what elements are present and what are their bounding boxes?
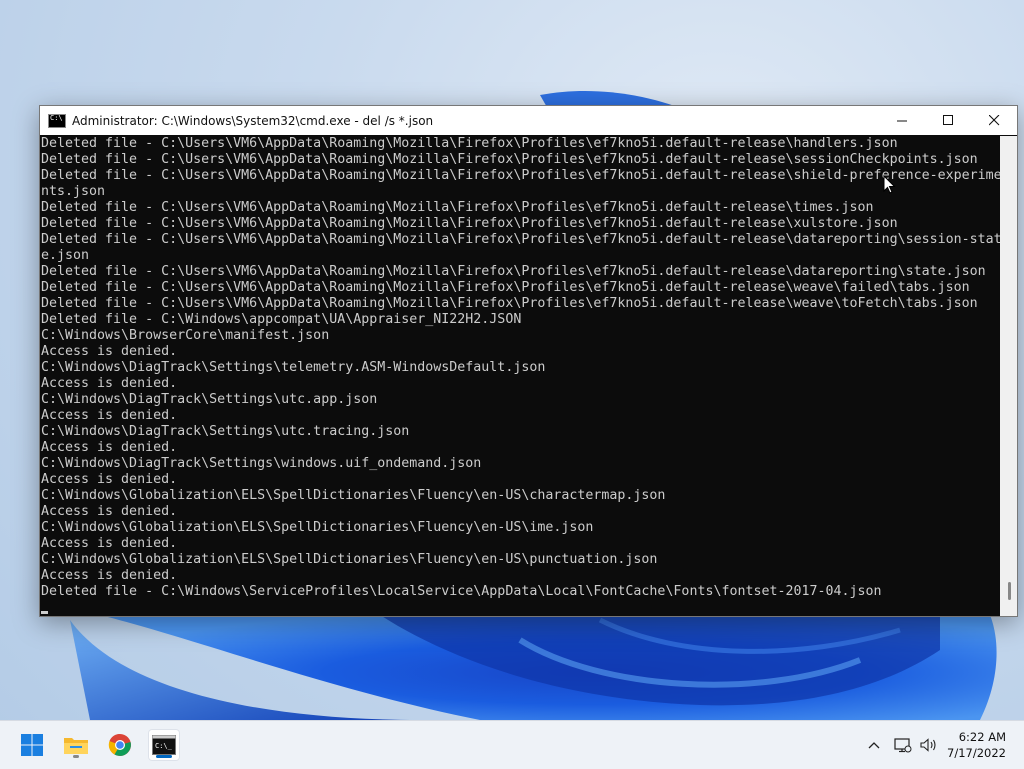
command-prompt-taskbar-button[interactable]: C:\_	[148, 729, 180, 761]
mouse-pointer-icon	[883, 175, 896, 194]
command-prompt-icon: C:\_	[152, 735, 176, 755]
network-icon[interactable]	[894, 737, 912, 753]
console-line: C:\Windows\Globalization\ELS\SpellDictio…	[41, 552, 658, 567]
console-line: C:\Windows\Globalization\ELS\SpellDictio…	[41, 520, 594, 535]
console-line: Access is denied.	[41, 408, 178, 423]
console-line: Deleted file - C:\Users\VM6\AppData\Roam…	[41, 168, 1000, 183]
taskbar-clock[interactable]: 6:22 AM 7/17/2022	[947, 729, 1006, 761]
cmd-window[interactable]: Administrator: C:\Windows\System32\cmd.e…	[39, 105, 1018, 617]
close-button[interactable]	[971, 106, 1017, 135]
console-line: e.json	[41, 248, 90, 263]
console-line: C:\Windows\Globalization\ELS\SpellDictio…	[41, 488, 666, 503]
start-button[interactable]	[16, 729, 48, 761]
scrollbar-thumb[interactable]	[1008, 582, 1011, 600]
console-line: Access is denied.	[41, 536, 178, 551]
console-line: Access is denied.	[41, 440, 178, 455]
console-line: Deleted file - C:\Windows\ServiceProfile…	[41, 584, 882, 599]
windows-start-icon	[21, 734, 43, 756]
clock-time: 6:22 AM	[958, 730, 1006, 744]
maximize-icon	[942, 115, 953, 125]
maximize-button[interactable]	[925, 106, 971, 135]
text-cursor	[41, 611, 48, 614]
console-line: C:\Windows\DiagTrack\Settings\utc.tracin…	[41, 424, 410, 439]
file-explorer-icon	[64, 738, 88, 754]
window-titlebar[interactable]: Administrator: C:\Windows\System32\cmd.e…	[40, 106, 1017, 135]
chrome-icon	[108, 733, 131, 756]
console-line: Deleted file - C:\Users\VM6\AppData\Roam…	[41, 152, 978, 167]
taskbar: C:\_ 6:22 AM 7/17/2022	[0, 720, 1024, 769]
minimize-button[interactable]	[879, 106, 925, 135]
console-line: Deleted file - C:\Windows\appcompat\UA\A…	[41, 312, 522, 327]
minimize-icon	[896, 120, 907, 122]
console-line: Deleted file - C:\Users\VM6\AppData\Roam…	[41, 280, 970, 295]
chevron-up-icon[interactable]	[866, 737, 882, 753]
chrome-button[interactable]	[104, 729, 136, 761]
console-line: Deleted file - C:\Users\VM6\AppData\Roam…	[41, 264, 986, 279]
console-line: Access is denied.	[41, 568, 178, 583]
console-line: nts.json	[41, 184, 106, 199]
console-line: Access is denied.	[41, 504, 178, 519]
console-line: C:\Windows\DiagTrack\Settings\telemetry.…	[41, 360, 546, 375]
console-output[interactable]: Deleted file - C:\Users\VM6\AppData\Roam…	[40, 136, 1000, 616]
console-line: Access is denied.	[41, 344, 178, 359]
close-icon	[988, 115, 999, 126]
console-line: C:\Windows\BrowserCore\manifest.json	[41, 328, 330, 343]
console-line: Deleted file - C:\Users\VM6\AppData\Roam…	[41, 136, 898, 151]
console-line: Access is denied.	[41, 376, 178, 391]
system-tray	[866, 721, 938, 769]
volume-icon[interactable]	[920, 737, 938, 753]
console-line: Access is denied.	[41, 472, 178, 487]
console-line: C:\Windows\DiagTrack\Settings\windows.ui…	[41, 456, 482, 471]
window-title: Administrator: C:\Windows\System32\cmd.e…	[72, 113, 434, 128]
file-explorer-button[interactable]	[60, 729, 92, 761]
console-line: Deleted file - C:\Users\VM6\AppData\Roam…	[41, 296, 978, 311]
window-controls	[879, 106, 1017, 135]
active-indicator	[156, 755, 172, 758]
console-line: Deleted file - C:\Users\VM6\AppData\Roam…	[41, 216, 898, 231]
cmd-app-icon[interactable]	[48, 113, 66, 128]
svg-text:C:\_: C:\_	[155, 742, 173, 750]
vertical-scrollbar[interactable]	[1000, 136, 1017, 616]
console-line: Deleted file - C:\Users\VM6\AppData\Roam…	[41, 200, 874, 215]
clock-date: 7/17/2022	[947, 746, 1006, 760]
console-line: Deleted file - C:\Users\VM6\AppData\Roam…	[41, 232, 1000, 247]
running-indicator	[73, 755, 79, 758]
console-line: C:\Windows\DiagTrack\Settings\utc.app.js…	[41, 392, 378, 407]
